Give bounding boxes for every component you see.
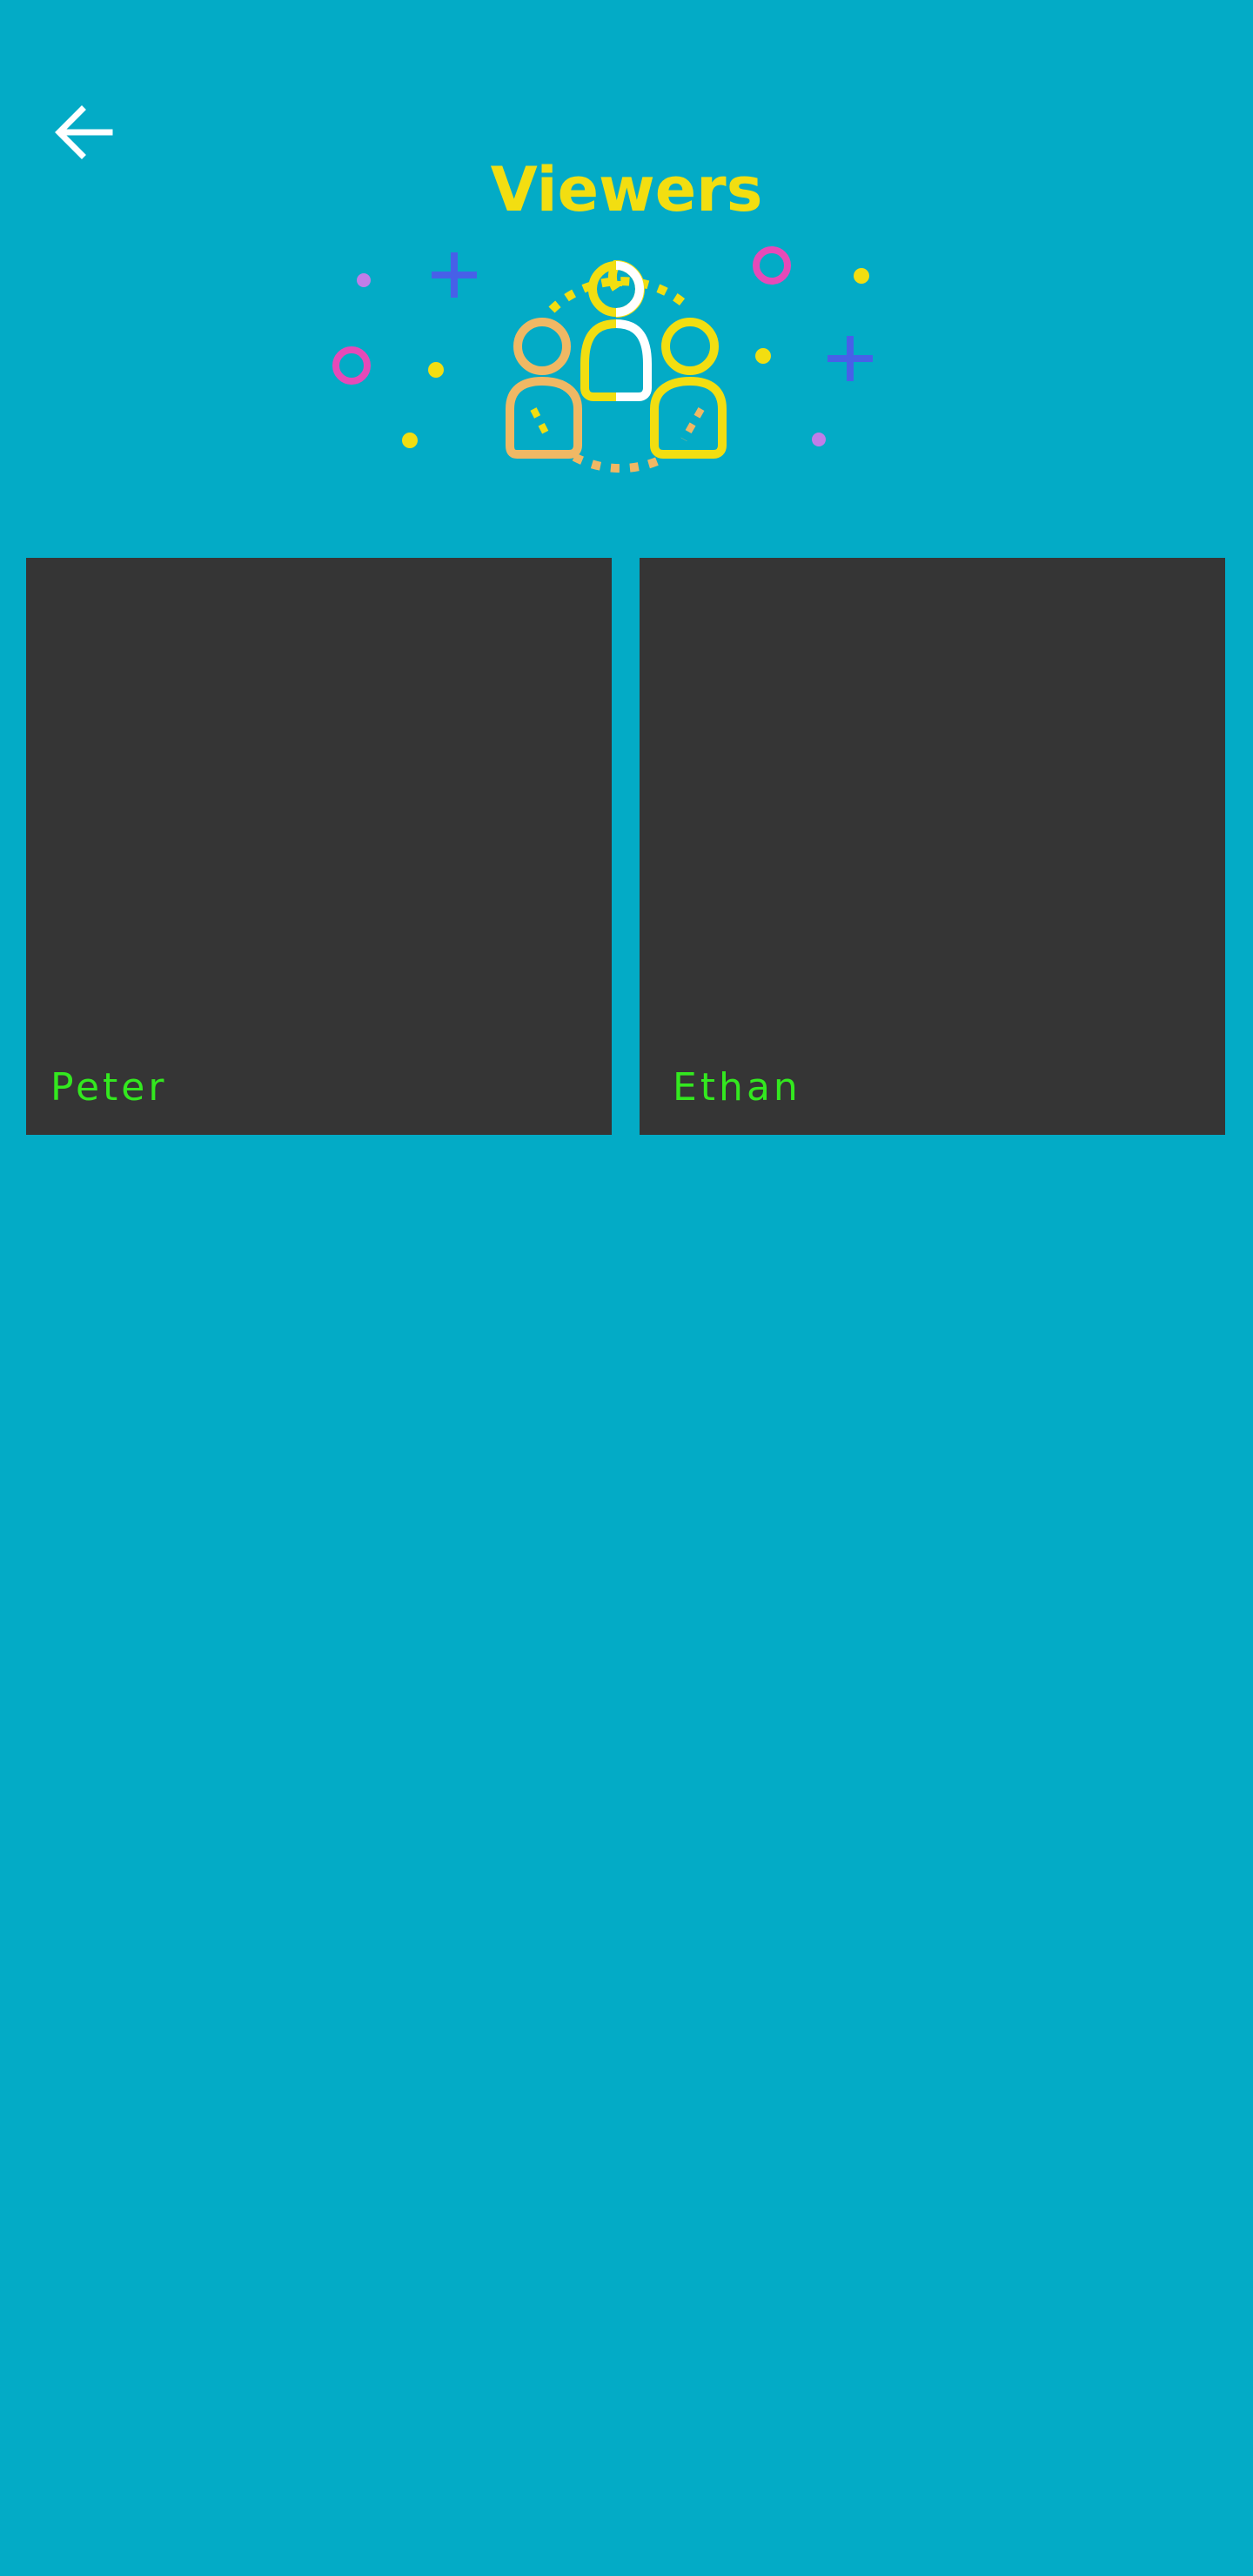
viewers-illustration (322, 244, 931, 479)
page-title: Viewers (490, 154, 763, 225)
decoration-plus (432, 252, 873, 381)
viewers-group-icon (506, 259, 727, 473)
viewers-grid: Peter Ethan (26, 558, 1225, 1135)
decoration-dots (357, 268, 869, 448)
viewer-name: Peter (50, 1065, 168, 1110)
viewer-name: Ethan (673, 1065, 801, 1110)
viewer-card-peter[interactable]: Peter (26, 558, 612, 1135)
viewer-card-ethan[interactable]: Ethan (640, 558, 1225, 1135)
